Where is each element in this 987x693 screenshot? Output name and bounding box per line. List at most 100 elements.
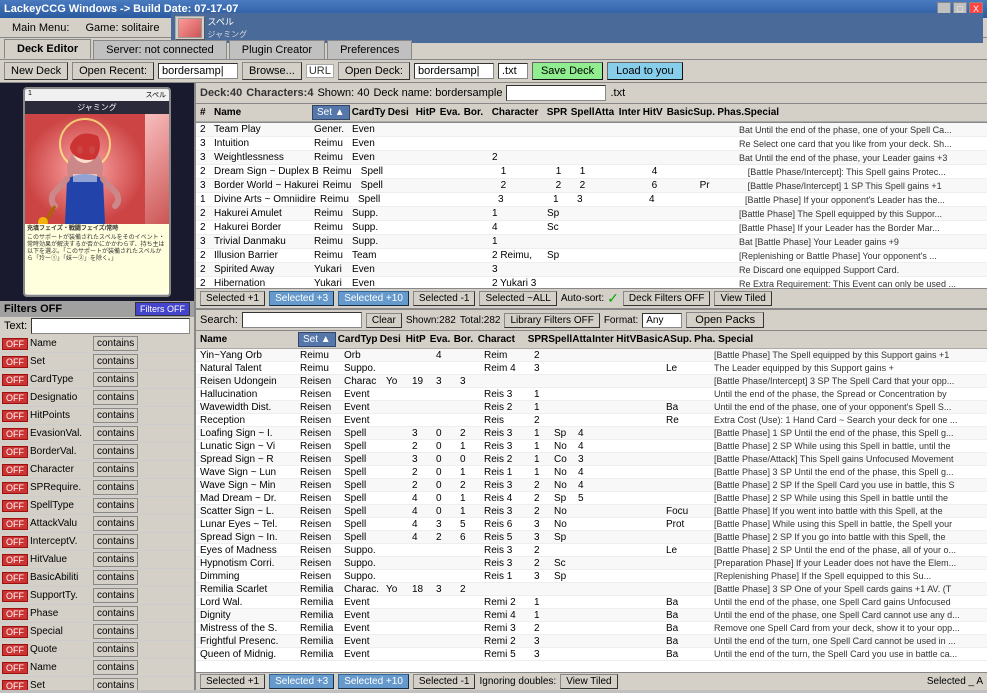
filters-all-off-button[interactable]: Filters OFF — [135, 302, 190, 316]
filter-off-button[interactable]: OFF — [2, 446, 28, 458]
table-row[interactable]: 2 Illusion Barrier Reimu Team 2 Reimu, S… — [196, 249, 987, 263]
filter-off-button[interactable]: OFF — [2, 680, 28, 691]
lib-set-sort-button[interactable]: Set ▲ — [298, 332, 336, 347]
table-row[interactable]: Lunatic Sign ~ Vi Reisen Spell 2 0 1 Rei… — [196, 440, 987, 453]
table-row[interactable]: 2 Hibernation Yukari Even 2 Yukari 3 Re … — [196, 277, 987, 288]
filter-contains-button[interactable]: contains — [93, 444, 138, 459]
filter-contains-button[interactable]: contains — [93, 480, 138, 495]
table-row[interactable]: Hallucination Reisen Event Reis 3 1 Unti… — [196, 388, 987, 401]
save-deck-button[interactable]: Save Deck — [532, 62, 603, 80]
filter-off-button[interactable]: OFF — [2, 662, 28, 674]
deck-filters-off-btn[interactable]: Deck Filters OFF — [623, 291, 711, 306]
table-row[interactable]: Reisen Udongein Reisen Charac Yo 19 3 3 … — [196, 375, 987, 388]
filter-off-button[interactable]: OFF — [2, 428, 28, 440]
text-filter-input[interactable] — [31, 318, 190, 334]
open-packs-button[interactable]: Open Packs — [686, 312, 764, 328]
filter-contains-button[interactable]: contains — [93, 642, 138, 657]
selected-plus3-btn[interactable]: Selected +3 — [269, 291, 334, 306]
table-row[interactable]: Spread Sign ~ In. Reisen Spell 4 2 6 Rei… — [196, 531, 987, 544]
library-filters-off-btn[interactable]: Library Filters OFF — [504, 313, 599, 328]
format-input[interactable] — [642, 313, 682, 328]
tab-plugin-creator[interactable]: Plugin Creator — [229, 40, 325, 59]
table-row[interactable]: Reception Reisen Event Reis 2 Re Extra C… — [196, 414, 987, 427]
filter-off-button[interactable]: OFF — [2, 590, 28, 602]
browse-button[interactable]: Browse... — [242, 62, 302, 80]
table-row[interactable]: Wavewidth Dist. Reisen Event Reis 2 1 Ba… — [196, 401, 987, 414]
table-row[interactable]: Hypnotism Corri. Reisen Suppo. Reis 3 2 … — [196, 557, 987, 570]
filter-contains-button[interactable]: contains — [93, 390, 138, 405]
filter-off-button[interactable]: OFF — [2, 392, 28, 404]
filter-off-button[interactable]: OFF — [2, 572, 28, 584]
filter-contains-button[interactable]: contains — [93, 534, 138, 549]
load-to-you-button[interactable]: Load to you — [607, 62, 683, 80]
open-deck-button[interactable]: Open Deck: — [338, 62, 410, 80]
table-row[interactable]: Spread Sign ~ R Reisen Spell 3 0 0 Reis … — [196, 453, 987, 466]
table-row[interactable]: Yin~Yang Orb Reimu Orb 4 Reim 2 [Battle … — [196, 349, 987, 362]
tab-deck-editor[interactable]: Deck Editor — [4, 39, 91, 59]
table-row[interactable]: Lord Wal. Remilia Event Remi 2 1 Ba Unti… — [196, 596, 987, 609]
table-row[interactable]: 3 Weightlessness Reimu Even 2 Bat Until … — [196, 151, 987, 165]
filter-off-button[interactable]: OFF — [2, 554, 28, 566]
selected-plus1-btn[interactable]: Selected +1 — [200, 291, 265, 306]
menu-main[interactable]: Main Menu: — [4, 20, 77, 36]
filter-contains-button[interactable]: contains — [93, 462, 138, 477]
lib-view-tiled-btn[interactable]: View Tiled — [560, 674, 617, 689]
selected-minus-all-btn[interactable]: Selected ~ALL — [479, 291, 556, 306]
filter-off-button[interactable]: OFF — [2, 518, 28, 530]
filter-contains-button[interactable]: contains — [93, 588, 138, 603]
filter-contains-button[interactable]: contains — [93, 498, 138, 513]
table-row[interactable]: 2 Hakurei Amulet Reimu Supp. 1 Sp [Battl… — [196, 207, 987, 221]
clear-button[interactable]: Clear — [366, 313, 402, 328]
table-row[interactable]: Eyes of Madness Reisen Suppo. Reis 3 2 L… — [196, 544, 987, 557]
filter-off-button[interactable]: OFF — [2, 500, 28, 512]
filter-off-button[interactable]: OFF — [2, 536, 28, 548]
tab-preferences[interactable]: Preferences — [327, 40, 412, 59]
filter-off-button[interactable]: OFF — [2, 356, 28, 368]
url-indicator[interactable]: URL — [306, 64, 334, 78]
table-row[interactable]: 3 Intuition Reimu Even Re Select one car… — [196, 137, 987, 151]
table-row[interactable]: Wave Sign ~ Lun Reisen Spell 2 0 1 Reis … — [196, 466, 987, 479]
filter-contains-button[interactable]: contains — [93, 408, 138, 423]
lib-selected-plus10-btn[interactable]: Selected +10 — [338, 674, 409, 689]
table-row[interactable]: 1 Divine Arts ~ Omniidire Reimu Spell 3 … — [196, 193, 987, 207]
table-row[interactable]: Scatter Sign ~ L. Reisen Spell 4 0 1 Rei… — [196, 505, 987, 518]
filter-off-button[interactable]: OFF — [2, 644, 28, 656]
filter-off-button[interactable]: OFF — [2, 482, 28, 494]
table-row[interactable]: Mad Dream ~ Dr. Reisen Spell 4 0 1 Reis … — [196, 492, 987, 505]
filter-contains-button[interactable]: contains — [93, 678, 138, 690]
filter-off-button[interactable]: OFF — [2, 410, 28, 422]
lib-selected-plus3-btn[interactable]: Selected +3 — [269, 674, 334, 689]
deck-name-field[interactable] — [506, 85, 606, 101]
table-row[interactable]: Lunar Eyes ~ Tel. Reisen Spell 4 3 5 Rei… — [196, 518, 987, 531]
table-row[interactable]: 2 Team Play Gener. Even Bat Until the en… — [196, 123, 987, 137]
filter-contains-button[interactable]: contains — [93, 372, 138, 387]
deck-card-list[interactable]: 2 Team Play Gener. Even Bat Until the en… — [196, 123, 987, 288]
search-input[interactable] — [242, 312, 362, 328]
filter-contains-button[interactable]: contains — [93, 570, 138, 585]
table-row[interactable]: Loafing Sign ~ I. Reisen Spell 3 0 2 Rei… — [196, 427, 987, 440]
open-recent-button[interactable]: Open Recent: — [72, 62, 154, 80]
filter-contains-button[interactable]: contains — [93, 354, 138, 369]
table-row[interactable]: Dignity Remilia Event Remi 4 1 Ba Until … — [196, 609, 987, 622]
filter-contains-button[interactable]: contains — [93, 516, 138, 531]
filter-contains-button[interactable]: contains — [93, 660, 138, 675]
new-deck-button[interactable]: New Deck — [4, 62, 68, 80]
library-card-list[interactable]: Yin~Yang Orb Reimu Orb 4 Reim 2 [Battle … — [196, 349, 987, 672]
table-row[interactable]: Mistress of the S. Remilia Event Remi 3 … — [196, 622, 987, 635]
selected-minus1-btn[interactable]: Selected -1 — [413, 291, 476, 306]
table-row[interactable]: Queen of Midnig. Remilia Event Remi 5 3 … — [196, 648, 987, 661]
lib-selected-plus1-btn[interactable]: Selected +1 — [200, 674, 265, 689]
tab-server[interactable]: Server: not connected — [93, 40, 227, 59]
deck-name-input[interactable] — [414, 63, 494, 79]
filter-off-button[interactable]: OFF — [2, 464, 28, 476]
table-row[interactable]: 2 Hakurei Border Reimu Supp. 4 Sc [Battl… — [196, 221, 987, 235]
filter-off-button[interactable]: OFF — [2, 608, 28, 620]
recent-input[interactable] — [158, 63, 238, 79]
filter-contains-button[interactable]: contains — [93, 606, 138, 621]
filter-contains-button[interactable]: contains — [93, 426, 138, 441]
table-row[interactable]: 3 Border World ~ Hakurei Reimu Spell 2 2… — [196, 179, 987, 193]
table-row[interactable]: Wave Sign ~ Min Reisen Spell 2 0 2 Reis … — [196, 479, 987, 492]
filter-off-button[interactable]: OFF — [2, 338, 28, 350]
table-row[interactable]: 2 Spirited Away Yukari Even 3 Re Discard… — [196, 263, 987, 277]
table-row[interactable]: Natural Talent Reimu Suppo. Reim 4 3 Le … — [196, 362, 987, 375]
